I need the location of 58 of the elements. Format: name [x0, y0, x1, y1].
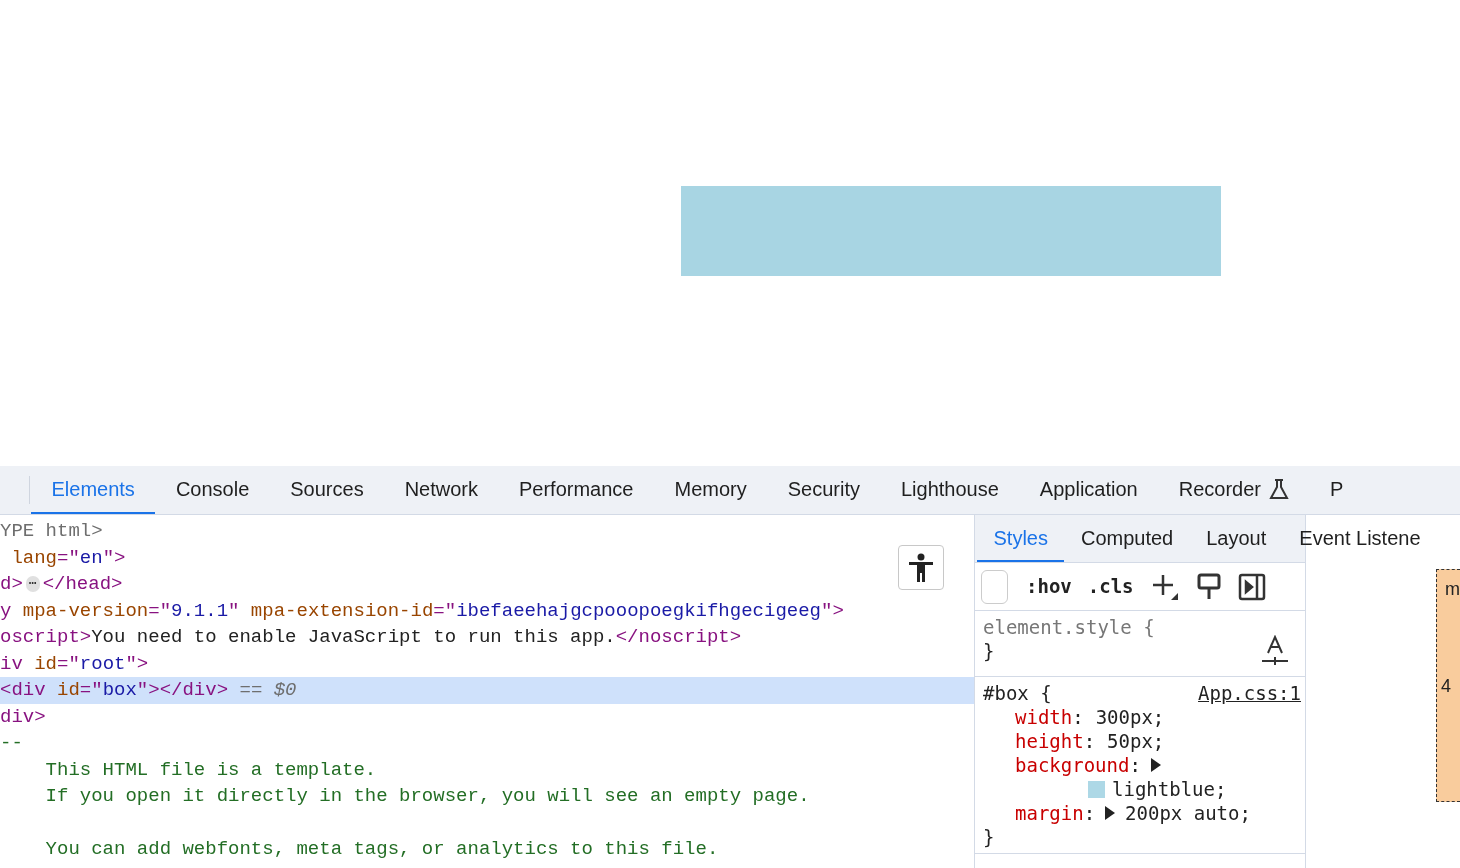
code-line[interactable]: iv id="root"> — [0, 650, 974, 677]
hover-state-toggle[interactable]: :hov — [1026, 572, 1072, 601]
color-swatch[interactable] — [1088, 780, 1105, 798]
sidebar-tab[interactable]: Layout — [1189, 515, 1283, 562]
code-line[interactable]: div> — [0, 703, 974, 730]
closing-brace: } — [983, 826, 995, 848]
box-model-label: m — [1445, 578, 1460, 601]
sidebar-tab[interactable]: Computed — [1064, 515, 1190, 562]
colon: : — [1083, 729, 1096, 753]
code-line[interactable]: y mpa-version="9.1.1" mpa-extension-id="ibefaeehajgcpooopoegkifhgecigeeg"> — [0, 597, 974, 624]
css-property: background — [1015, 753, 1130, 777]
css-value: lightblue; — [1112, 777, 1227, 801]
panel-tab[interactable]: Performance — [498, 466, 654, 514]
panel-tab[interactable]: Sources — [269, 466, 385, 514]
class-toggle[interactable]: .cls — [1087, 572, 1134, 601]
code-line[interactable]: lang="en"> — [0, 544, 974, 571]
code-line[interactable]: oscript>You need to enable JavaScript to run this app.</noscript> — [0, 624, 974, 651]
filter-field[interactable] — [981, 569, 1008, 604]
panel-tab[interactable]: Security — [767, 466, 881, 514]
rule-selector: element.style { — [983, 615, 1155, 639]
panel-tab[interactable]: Console — [155, 466, 270, 514]
collapsed-badge[interactable]: ⋯ — [25, 576, 40, 592]
source-link[interactable]: App.css:1 — [1198, 681, 1301, 705]
css-property: margin — [1015, 801, 1084, 825]
colon: : — [1083, 801, 1096, 825]
accessibility-tree-button[interactable] — [898, 545, 944, 590]
panel-tab[interactable]: P — [1309, 466, 1364, 514]
css-value: 50px; — [1107, 729, 1165, 753]
css-property: height — [1015, 729, 1084, 753]
sidebar-tab[interactable]: Event Listene — [1282, 515, 1437, 562]
panel-tab[interactable]: Elements — [31, 466, 156, 514]
panel-tab[interactable]: Application — [1019, 466, 1159, 514]
sidebar-tab[interactable]: Styles — [977, 515, 1065, 562]
colon: : — [1072, 705, 1084, 729]
css-value: 200px auto; — [1125, 801, 1251, 825]
expand-triangle-icon[interactable] — [1105, 806, 1116, 820]
text-style-icon[interactable] — [1261, 635, 1289, 667]
code-line[interactable]: YPE html> — [0, 518, 974, 545]
paint-roller-icon[interactable] — [1195, 571, 1222, 602]
box-model-value: 4 — [1441, 675, 1452, 698]
panel-tab[interactable]: Lighthouse — [880, 466, 1020, 514]
code-line[interactable]: If you open it directly in the browser, you will see an empty page. — [0, 783, 974, 810]
panel-tab[interactable]: Network — [384, 466, 499, 514]
closing-brace: } — [983, 640, 995, 662]
accessibility-icon — [908, 552, 934, 583]
code-line[interactable]: d> ⋯ </head> — [0, 571, 974, 598]
panel-tab[interactable]: Memory — [654, 466, 768, 514]
expand-triangle-icon[interactable] — [1150, 758, 1161, 772]
rule-selector: #box { — [983, 681, 1052, 705]
code-line[interactable]: This HTML file is a template. — [0, 756, 974, 783]
css-property: width — [1015, 705, 1073, 729]
code-line[interactable]: -- — [0, 730, 974, 757]
sidebar-toggle-icon[interactable] — [1237, 572, 1266, 601]
flask-icon — [1268, 478, 1289, 500]
css-value: 300px; — [1095, 705, 1165, 729]
code-line[interactable]: You can add webfonts, meta tags, or analytics to this file. — [0, 836, 974, 863]
panel-tab[interactable]: Recorder — [1158, 466, 1310, 514]
colon: : — [1129, 753, 1141, 777]
